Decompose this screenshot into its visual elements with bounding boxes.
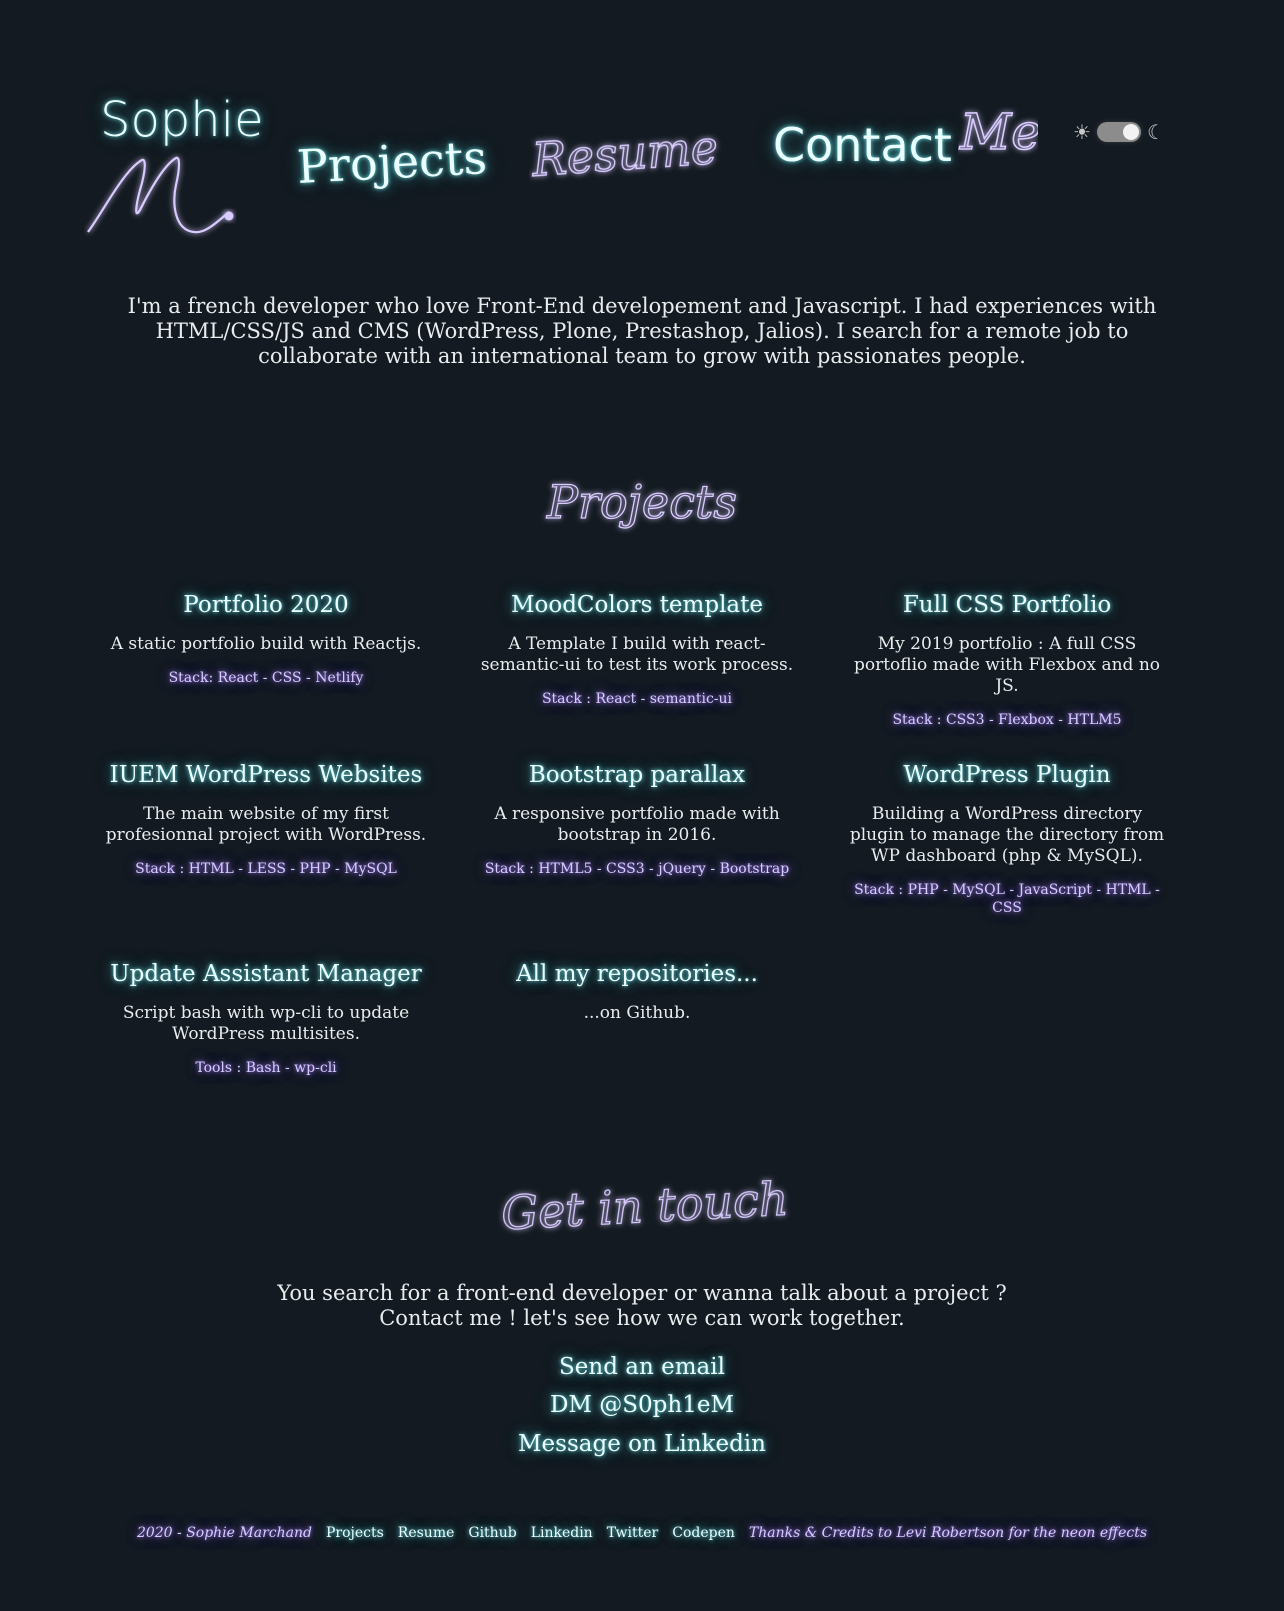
linkedin-message-link[interactable]: Message on Linkedin xyxy=(0,1431,1284,1457)
project-title[interactable]: IUEM WordPress Websites xyxy=(101,761,431,790)
project-stack: Stack : HTML5 - CSS3 - jQuery - Bootstra… xyxy=(484,861,790,877)
intro-text: I'm a french developer who love Front-En… xyxy=(127,294,1157,368)
project-stack: Stack : HTML - LESS - PHP - MySQL xyxy=(135,861,397,877)
project-description: Script bash with wp-cli to update WordPr… xyxy=(122,1003,410,1044)
project-card[interactable]: Full CSS Portfolio My 2019 portfolio : A… xyxy=(842,591,1172,729)
logo-first-name[interactable]: Sophie xyxy=(100,92,264,148)
project-title[interactable]: Update Assistant Manager xyxy=(101,960,431,989)
project-stack: Stack : CSS3 - Flexbox - HTLM5 xyxy=(892,712,1122,728)
nav-me-text: Me xyxy=(959,103,1038,161)
nav-resume-link[interactable]: Resume xyxy=(526,117,735,191)
project-stack: Stack : PHP - MySQL - JavaScript - HTML … xyxy=(854,882,1160,916)
project-title[interactable]: Bootstrap parallax xyxy=(472,761,802,790)
project-description: The main website of my first profesionna… xyxy=(105,804,427,845)
logo-initial-svg[interactable]: M. xyxy=(84,150,254,250)
nav-resume-text: Resume xyxy=(529,120,719,187)
contact-line-2: Contact me ! let's see how we can work t… xyxy=(379,1306,905,1330)
project-description: Building a WordPress directory plugin to… xyxy=(849,804,1165,866)
footer-copyright: 2020 - Sophie Marchand xyxy=(136,1525,312,1541)
project-stack: Stack: React - CSS - Netlify xyxy=(168,670,364,686)
footer-link-codepen[interactable]: Codepen xyxy=(672,1525,735,1541)
get-in-touch-title: Get in touch xyxy=(499,1171,790,1241)
project-card[interactable]: WordPress Plugin Building a WordPress di… xyxy=(842,761,1172,917)
project-description: A responsive portfolio made with bootstr… xyxy=(494,804,780,845)
logo-initial-text: M. xyxy=(84,150,86,151)
project-title[interactable]: Full CSS Portfolio xyxy=(842,591,1172,620)
project-title[interactable]: All my repositories... xyxy=(472,960,802,989)
project-card[interactable]: IUEM WordPress Websites The main website… xyxy=(101,761,431,878)
nav-me-link[interactable]: Me xyxy=(958,103,1038,163)
project-description: My 2019 portfolio : A full CSS portoflio… xyxy=(853,634,1161,696)
moon-icon: ☾ xyxy=(1146,120,1165,144)
project-stack: Tools : Bash - wp-cli xyxy=(195,1060,337,1076)
theme-switch[interactable] xyxy=(1096,122,1141,142)
project-title[interactable]: MoodColors template xyxy=(472,591,802,620)
nav-contact-link[interactable]: Contact xyxy=(773,118,952,172)
project-stack: Stack : React - semantic-ui xyxy=(541,691,733,707)
project-card[interactable]: MoodColors template A Template I build w… xyxy=(472,591,802,708)
get-in-touch-title-text: Get in touch xyxy=(500,1172,790,1241)
send-email-link[interactable]: Send an email xyxy=(0,1354,1284,1380)
footer-link-projects[interactable]: Projects xyxy=(326,1525,384,1541)
switch-knob xyxy=(1122,124,1139,140)
project-card[interactable]: Bootstrap parallax A responsive portfoli… xyxy=(472,761,802,878)
project-description: A static portfolio build with Reactjs. xyxy=(110,634,422,654)
contact-intro: You search for a front-end developer or … xyxy=(0,1281,1284,1331)
nav-projects-link[interactable]: Projects xyxy=(296,130,489,194)
theme-toggle[interactable]: ☀ ☾ xyxy=(1073,120,1165,144)
footer-link-linkedin[interactable]: Linkedin xyxy=(531,1525,593,1541)
sun-icon: ☀ xyxy=(1073,120,1091,144)
footer-link-resume[interactable]: Resume xyxy=(398,1525,455,1541)
footer: 2020 - Sophie Marchand Projects Resume G… xyxy=(0,1525,1284,1541)
project-card[interactable]: Portfolio 2020 A static portfolio build … xyxy=(101,591,431,687)
footer-link-twitter[interactable]: Twitter xyxy=(607,1525,659,1541)
contact-line-1: You search for a front-end developer or … xyxy=(277,1281,1007,1305)
project-title[interactable]: Portfolio 2020 xyxy=(101,591,431,620)
projects-section-title: Projects xyxy=(545,474,737,529)
project-description: A Template I build with react-semantic-u… xyxy=(480,634,794,675)
dm-twitter-link[interactable]: DM @S0ph1eM xyxy=(0,1392,1284,1418)
project-card-repositories[interactable]: All my repositories... ...on Github. xyxy=(472,960,802,1038)
projects-title-text: Projects xyxy=(546,475,737,529)
project-card[interactable]: Update Assistant Manager Script bash wit… xyxy=(101,960,431,1077)
project-title[interactable]: WordPress Plugin xyxy=(842,761,1172,790)
footer-link-github[interactable]: Github xyxy=(468,1525,516,1541)
project-description: ...on Github. xyxy=(583,1003,691,1023)
footer-credits[interactable]: Thanks & Credits to Levi Robertson for t… xyxy=(749,1525,1147,1541)
